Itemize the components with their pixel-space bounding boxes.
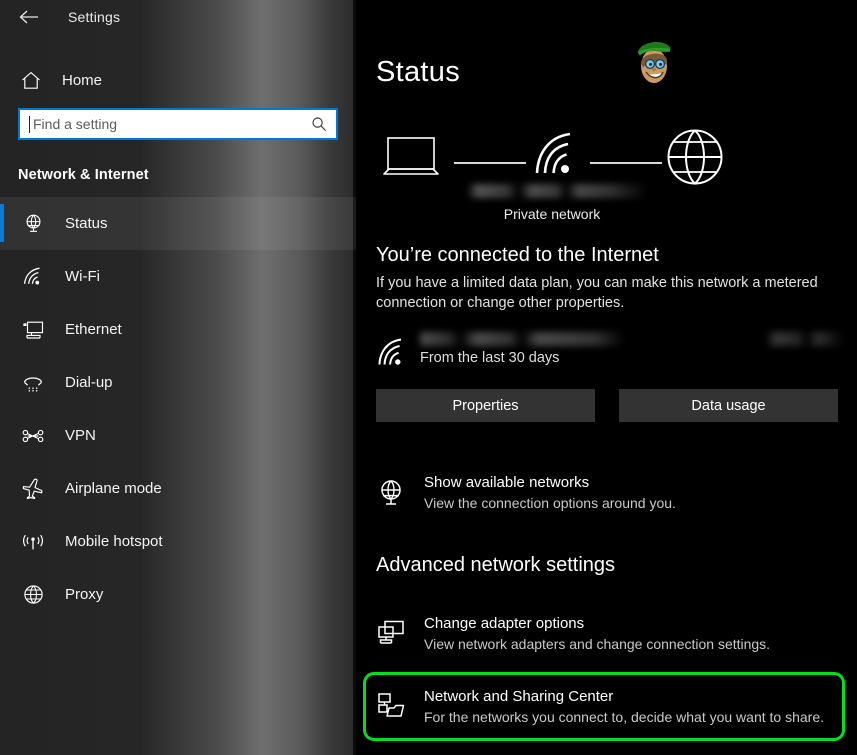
change-adapter-options-link[interactable]: Change adapter options View network adap…	[376, 615, 838, 661]
home-icon	[14, 71, 48, 90]
sidebar-item-ethernet[interactable]: Ethernet	[0, 303, 356, 356]
content-pane: Status Private network You’re connected …	[356, 0, 857, 755]
category-title: Network & Internet	[18, 167, 149, 183]
network-diagram: Private network	[372, 128, 732, 222]
properties-button[interactable]: Properties	[376, 389, 595, 422]
wifi-icon	[376, 338, 406, 372]
sidebar-item-label: Airplane mode	[65, 480, 162, 497]
data-usage-button[interactable]: Data usage	[619, 389, 838, 422]
globe-icon	[18, 584, 48, 605]
connection-description: If you have a limited data plan, you can…	[376, 275, 818, 311]
sidebar-item-label: Proxy	[65, 586, 104, 603]
sidebar-item-label: Dial-up	[65, 374, 113, 391]
search-input[interactable]: Find a setting	[18, 108, 338, 140]
adapter-icon	[376, 619, 406, 654]
globe-monitor-icon	[18, 213, 48, 234]
search-placeholder: Find a setting	[33, 116, 118, 132]
usage-period-label: From the last 30 days	[420, 350, 560, 366]
connection-line-left	[454, 162, 526, 164]
sidebar-item-label: Ethernet	[65, 321, 122, 338]
action-buttons: Properties Data usage	[376, 389, 838, 422]
wifi-icon	[532, 132, 578, 183]
highlight-box	[363, 672, 845, 741]
vpn-icon	[18, 427, 48, 445]
sidebar-nav: Status Wi-Fi Ethernet Dial-up VPN Airpla…	[0, 197, 356, 621]
wifi-icon	[18, 267, 48, 286]
sidebar-item-label: Mobile hotspot	[65, 533, 163, 550]
home-label: Home	[62, 71, 103, 89]
page-title: Status	[376, 56, 461, 88]
sidebar-item-label: Status	[65, 215, 108, 232]
text-caret	[29, 115, 30, 133]
sidebar-item-wifi[interactable]: Wi-Fi	[0, 250, 356, 303]
sidebar: Settings Home Find a setting Network & I…	[0, 0, 356, 755]
app-title: Settings	[68, 9, 121, 25]
airplane-icon	[18, 478, 48, 499]
sidebar-item-home[interactable]: Home	[0, 58, 356, 102]
sidebar-item-mobile-hotspot[interactable]: Mobile hotspot	[0, 515, 356, 568]
network-name-redacted	[467, 184, 647, 198]
usage-network-name-redacted	[420, 332, 624, 346]
sidebar-item-airplane-mode[interactable]: Airplane mode	[0, 462, 356, 515]
dialup-phone-icon	[18, 373, 48, 393]
data-usage-summary: From the last 30 days	[376, 330, 844, 376]
sidebar-item-vpn[interactable]: VPN	[0, 409, 356, 462]
show-available-networks-link[interactable]: Show available networks View the connect…	[376, 474, 838, 520]
title-bar: Settings	[0, 0, 356, 34]
search-icon[interactable]	[311, 116, 327, 132]
search-container: Find a setting	[0, 108, 356, 140]
sidebar-item-label: VPN	[65, 427, 96, 444]
settings-window: Settings Home Find a setting Network & I…	[0, 0, 857, 755]
cartoon-avatar-icon	[632, 36, 676, 88]
sidebar-item-status[interactable]: Status	[0, 197, 356, 250]
link-description: View network adapters and change connect…	[424, 636, 771, 652]
link-description: View the connection options around you.	[424, 495, 676, 511]
hotspot-icon	[18, 532, 48, 552]
advanced-section-heading: Advanced network settings	[376, 554, 616, 576]
sidebar-item-label: Wi-Fi	[65, 268, 100, 285]
link-title: Change adapter options	[424, 615, 585, 632]
usage-amount-redacted	[766, 332, 844, 346]
connection-line-right	[590, 162, 662, 164]
ethernet-icon	[18, 320, 48, 340]
globe-icon	[666, 128, 724, 191]
selection-indicator	[0, 204, 4, 242]
laptop-icon	[380, 136, 442, 186]
sidebar-item-proxy[interactable]: Proxy	[0, 568, 356, 621]
link-title: Show available networks	[424, 474, 590, 491]
globe-monitor-icon	[376, 478, 406, 513]
network-type-label: Private network	[503, 206, 601, 222]
sidebar-item-dialup[interactable]: Dial-up	[0, 356, 356, 409]
back-arrow-icon[interactable]	[14, 2, 44, 32]
connection-heading: You’re connected to the Internet	[376, 244, 659, 266]
